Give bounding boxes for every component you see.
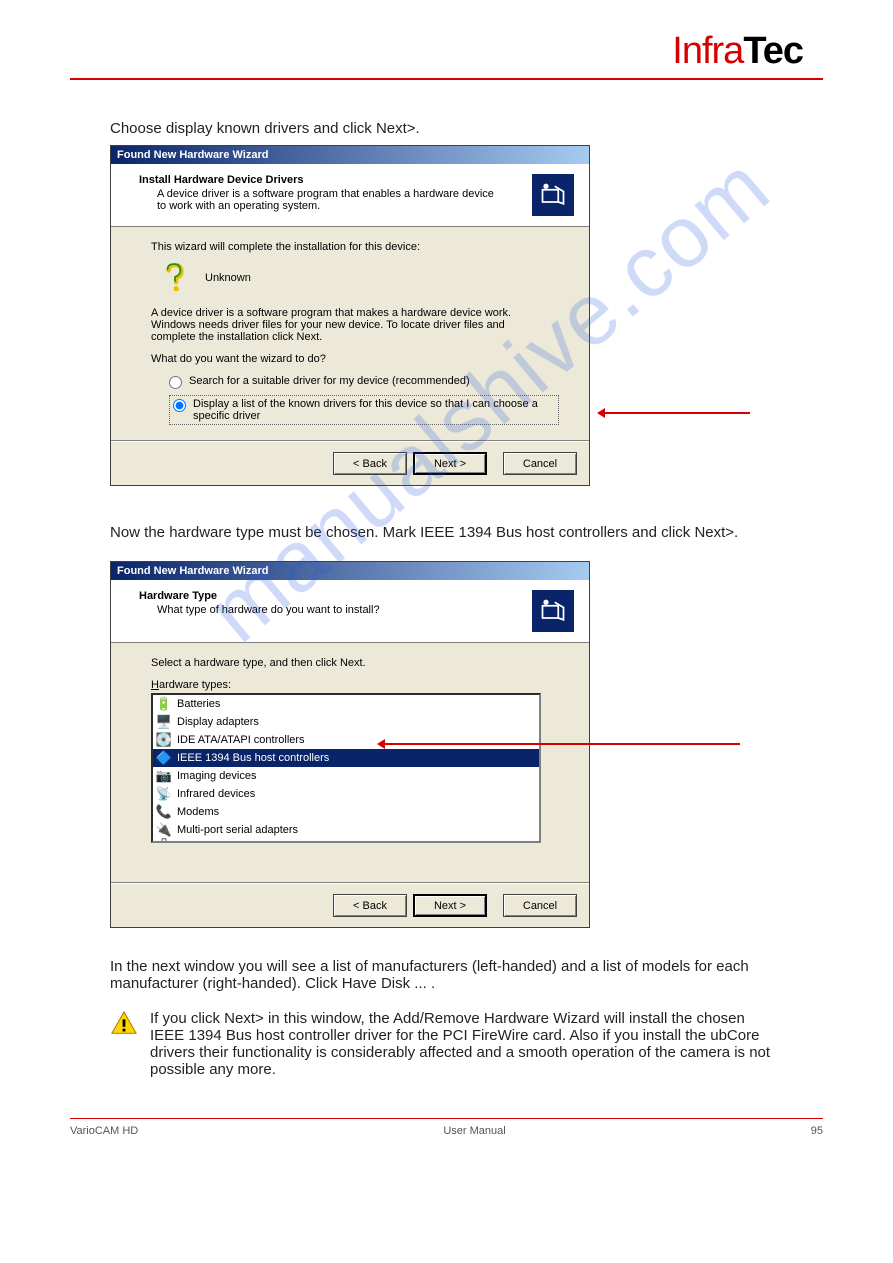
list-item-label: Batteries	[177, 698, 220, 710]
list-item[interactable]: 🖧 Network adapters	[153, 839, 539, 843]
list-item[interactable]: 📷 Imaging devices	[153, 767, 539, 785]
back-button[interactable]: < Back	[333, 452, 407, 475]
next-button[interactable]: Next >	[413, 452, 487, 475]
page-footer: VarioCAM HD User Manual 95	[70, 1118, 823, 1137]
wizard-install-icon	[532, 590, 574, 632]
list-item[interactable]: 🔷 IEEE 1394 Bus host controllers	[153, 749, 539, 767]
footer-page-number: 95	[811, 1125, 823, 1137]
hardware-type-icon: 💽	[156, 732, 172, 748]
cancel-button[interactable]: Cancel	[503, 452, 577, 475]
list-item-label: IEEE 1394 Bus host controllers	[177, 752, 329, 764]
hardware-type-icon: 📡	[156, 786, 172, 802]
header-subtitle-2: What type of hardware do you want to ins…	[157, 604, 380, 616]
hardware-type-icon: 🔋	[156, 696, 172, 712]
footer-left: VarioCAM HD	[70, 1125, 138, 1137]
hardware-type-icon: 🔷	[156, 750, 172, 766]
hardware-type-icon: 📷	[156, 768, 172, 784]
annotation-arrow-1	[600, 412, 750, 414]
list-item-label: Imaging devices	[177, 770, 257, 782]
radio-display-list[interactable]: Display a list of the known drivers for …	[169, 395, 559, 425]
unknown-device-icon	[161, 263, 187, 293]
list-item[interactable]: 🔋 Batteries	[153, 695, 539, 713]
hardware-type-icon: 🔌	[156, 822, 172, 838]
list-item-label: Modems	[177, 806, 219, 818]
device-name: Unknown	[205, 272, 251, 284]
footer-center: User Manual	[443, 1125, 505, 1137]
list-item[interactable]: 📡 Infrared devices	[153, 785, 539, 803]
header-title-2: Hardware Type	[139, 590, 380, 602]
select-prompt: Select a hardware type, and then click N…	[151, 657, 559, 669]
header-rule	[70, 78, 823, 80]
intro-paragraph: Choose display known drivers and click N…	[110, 120, 783, 137]
cancel-button[interactable]: Cancel	[503, 894, 577, 917]
list-item-label: IDE ATA/ATAPI controllers	[177, 734, 305, 746]
dialog-title-2: Found New Hardware Wizard	[111, 562, 589, 580]
wizard-question: What do you want the wizard to do?	[151, 353, 559, 365]
list-item[interactable]: 📞 Modems	[153, 803, 539, 821]
back-button[interactable]: < Back	[333, 894, 407, 917]
after-paragraph-1: In the next window you will see a list o…	[110, 958, 783, 992]
radio-search-driver[interactable]: Search for a suitable driver for my devi…	[169, 375, 559, 389]
list-item[interactable]: 🔌 Multi-port serial adapters	[153, 821, 539, 839]
dialog-title: Found New Hardware Wizard	[111, 146, 589, 164]
list-item[interactable]: 💽 IDE ATA/ATAPI controllers	[153, 731, 539, 749]
hardware-types-listbox[interactable]: 🔋 Batteries 🖥️ Display adapters 💽 IDE ATA/ATA…	[151, 693, 541, 843]
wizard-para2: A device driver is a software program th…	[151, 307, 551, 343]
next-button[interactable]: Next >	[413, 894, 487, 917]
wizard-install-icon	[532, 174, 574, 216]
header-subtitle: A device driver is a software program th…	[157, 188, 497, 212]
wizard-line1: This wizard will complete the installati…	[151, 241, 559, 253]
list-item-label: Network adapters	[177, 842, 263, 843]
list-item-label: Multi-port serial adapters	[177, 824, 298, 836]
header-title: Install Hardware Device Drivers	[139, 174, 497, 186]
hardware-type-icon: 🖥️	[156, 714, 172, 730]
found-hardware-dialog-1: Found New Hardware Wizard Install Hardwa…	[110, 145, 590, 486]
list-item-label: Infrared devices	[177, 788, 255, 800]
warning-text: If you click Next> in this window, the A…	[150, 1010, 783, 1078]
hardware-type-icon: 🖧	[156, 840, 172, 843]
brand-logo: InfraTec	[70, 30, 823, 73]
hardware-type-icon: 📞	[156, 804, 172, 820]
list-item[interactable]: 🖥️ Display adapters	[153, 713, 539, 731]
list-item-label: Display adapters	[177, 716, 259, 728]
annotation-arrow-2	[380, 743, 740, 745]
list-label: Hardware types:	[151, 679, 559, 691]
warning-icon	[110, 1010, 138, 1036]
mid-paragraph: Now the hardware type must be chosen. Ma…	[110, 524, 783, 541]
